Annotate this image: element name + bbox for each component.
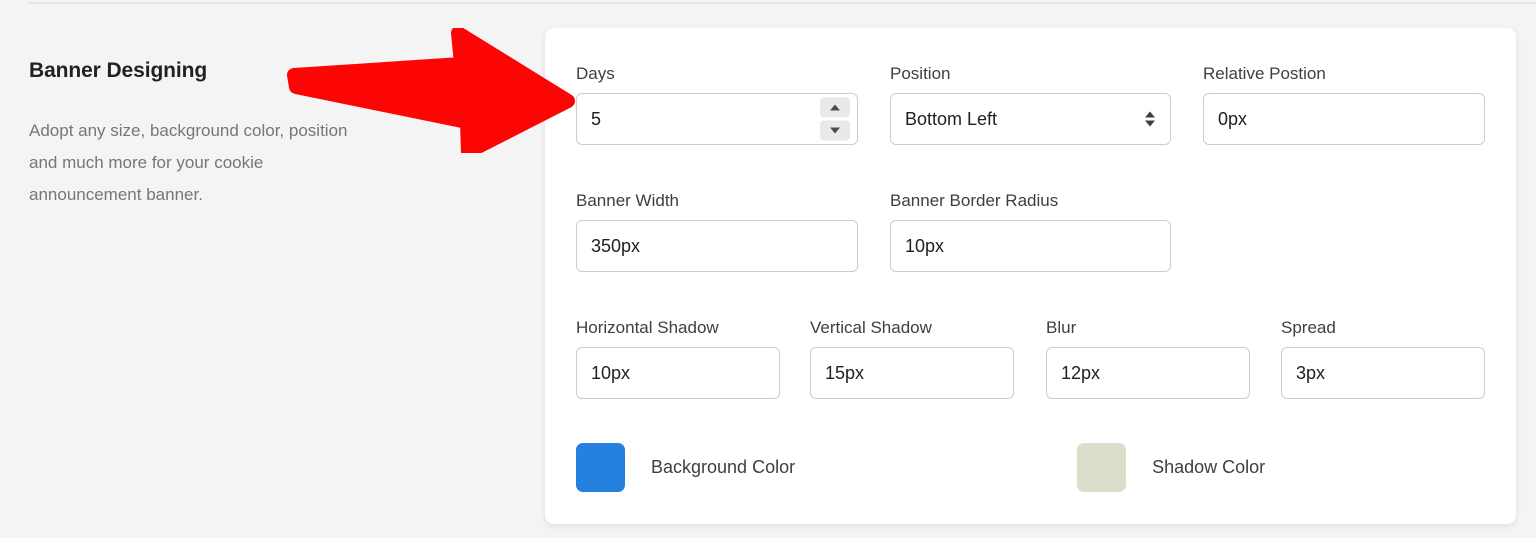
field-banner-border-radius: Banner Border Radius <box>890 191 1171 272</box>
field-vertical-shadow: Vertical Shadow <box>810 318 1014 399</box>
field-horizontal-shadow: Horizontal Shadow <box>576 318 780 399</box>
section-description: Adopt any size, background color, positi… <box>29 121 348 205</box>
field-blur: Blur <box>1046 318 1250 399</box>
label-position: Position <box>890 64 951 83</box>
field-relative-position: Relative Postion <box>1203 64 1485 145</box>
field-position: Position Bottom Left <box>890 64 1171 145</box>
shadow-color-item: Shadow Color <box>1077 443 1265 492</box>
label-banner-border-radius: Banner Border Radius <box>890 191 1059 210</box>
field-spread: Spread <box>1281 318 1485 399</box>
top-divider <box>28 2 1536 4</box>
label-days: Days <box>576 64 615 83</box>
days-input[interactable] <box>576 93 858 145</box>
label-horizontal-shadow: Horizontal Shadow <box>576 318 719 337</box>
position-select[interactable]: Bottom Left <box>890 93 1171 145</box>
label-banner-width: Banner Width <box>576 191 679 210</box>
horizontal-shadow-input[interactable] <box>576 347 780 399</box>
background-color-label: Background Color <box>651 457 796 477</box>
label-blur: Blur <box>1046 318 1077 337</box>
shadow-color-label: Shadow Color <box>1152 457 1266 477</box>
banner-width-input[interactable] <box>576 220 858 272</box>
shadow-color-swatch[interactable] <box>1077 443 1127 492</box>
background-color-item: Background Color <box>576 443 795 492</box>
days-stepper[interactable] <box>820 97 850 141</box>
color-picker-row: Background Color Shadow Color <box>576 443 1265 492</box>
banner-designing-intro: Banner Designing Adopt any size, backgro… <box>29 58 499 211</box>
banner-designing-card: Days Position Bottom Left <box>545 28 1516 524</box>
label-spread: Spread <box>1281 318 1336 337</box>
relative-position-input[interactable] <box>1203 93 1485 145</box>
label-vertical-shadow: Vertical Shadow <box>810 318 932 337</box>
field-days: Days <box>576 64 858 145</box>
page-title: Banner Designing <box>29 59 208 82</box>
spinner-down-icon[interactable] <box>820 120 850 141</box>
label-relative-position: Relative Postion <box>1203 64 1326 83</box>
vertical-shadow-input[interactable] <box>810 347 1014 399</box>
banner-border-radius-input[interactable] <box>890 220 1171 272</box>
spinner-up-icon[interactable] <box>820 97 850 118</box>
background-color-swatch[interactable] <box>576 443 625 492</box>
field-banner-width: Banner Width <box>576 191 858 272</box>
blur-input[interactable] <box>1046 347 1250 399</box>
spread-input[interactable] <box>1281 347 1485 399</box>
